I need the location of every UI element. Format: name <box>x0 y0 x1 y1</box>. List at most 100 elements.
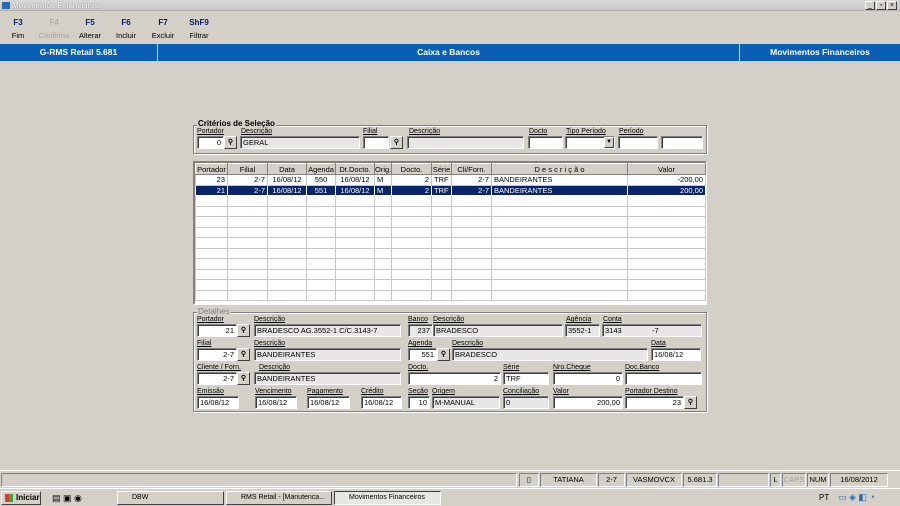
binoculars-icon[interactable]: ⚲ <box>684 396 697 409</box>
confirma-button[interactable]: F4 Confirma <box>37 18 71 40</box>
periodo-start-input[interactable] <box>618 136 658 149</box>
close-button[interactable]: × <box>887 1 897 10</box>
column-header[interactable]: Agenda <box>306 163 336 175</box>
banco-field: 237 <box>408 324 433 337</box>
table-cell <box>374 258 392 270</box>
banco-desc-field: BRADESCO <box>433 324 563 337</box>
movements-grid[interactable]: Portador Filial Data Agenda Dt.Docto. Orig. Do… <box>193 161 707 305</box>
alterar-button[interactable]: F5 Alterar <box>73 18 107 40</box>
table-row[interactable] <box>195 195 706 207</box>
chevron-down-icon[interactable]: ▼ <box>604 137 614 148</box>
column-header[interactable]: Dt.Docto. <box>335 163 375 175</box>
vencimento-field[interactable]: 16/08/12 <box>255 396 297 409</box>
filial-field[interactable]: 2-7 <box>197 348 237 361</box>
restore-button[interactable]: ▫ <box>876 1 886 10</box>
pagamento-field[interactable]: 16/08/12 <box>307 396 350 409</box>
column-header[interactable]: Filial <box>227 163 268 175</box>
table-row[interactable] <box>195 258 706 270</box>
table-row[interactable]: 21 2-7 16/08/12 551 16/08/12 M 2 TRF 2-7 BANDEIRA… <box>195 184 706 196</box>
excluir-button[interactable]: F7 Excluir <box>146 18 180 40</box>
table-cell <box>195 247 228 259</box>
portador-field[interactable]: 21 <box>197 324 237 337</box>
quicklaunch-icons[interactable]: ▤ ▣ ◉ <box>52 493 82 504</box>
filtrar-button[interactable]: ShF9 Filtrar <box>182 18 216 40</box>
agencia-field: 3552-1 <box>565 324 600 337</box>
column-header[interactable]: Série <box>431 163 452 175</box>
column-header[interactable]: Valor <box>627 163 706 175</box>
task-dbw[interactable]: DBW <box>117 491 224 505</box>
periodo-end-input[interactable] <box>661 136 703 149</box>
column-header[interactable]: Data <box>267 163 307 175</box>
label: Conciliação <box>503 388 540 395</box>
column-header[interactable]: Docto. <box>391 163 432 175</box>
key: F6 <box>121 18 131 27</box>
table-row[interactable] <box>195 247 706 259</box>
task-rms-retail[interactable]: RMS Retail - [Manutenca... <box>226 491 332 505</box>
table-cell <box>431 247 452 259</box>
destino-field[interactable]: 23 <box>625 396 684 409</box>
emissao-field[interactable]: 16/08/12 <box>197 396 239 409</box>
tray-icons[interactable]: ▭ ◈ ◧ ◔ <box>838 492 875 503</box>
start-label: Iniciar <box>16 493 40 502</box>
docto-filter-input[interactable] <box>528 136 563 149</box>
binoculars-icon[interactable]: ⚲ <box>437 348 450 361</box>
column-header[interactable]: Orig. <box>374 163 392 175</box>
clipboard-icon[interactable]: ▯ <box>519 473 539 487</box>
docbanco-field[interactable] <box>625 372 702 385</box>
incluir-button[interactable]: F6 Incluir <box>109 18 143 40</box>
table-row[interactable] <box>195 289 706 301</box>
cliente-field[interactable]: 2-7 <box>197 372 237 385</box>
tipo-periodo-select[interactable]: ▼ <box>565 136 615 149</box>
label: Agência <box>566 316 592 323</box>
credito-field[interactable]: 16/08/12 <box>361 396 402 409</box>
table-cell <box>306 268 336 280</box>
table-cell <box>491 205 628 217</box>
table-row[interactable] <box>195 268 706 280</box>
table-cell: 16/08/12 <box>267 174 307 186</box>
filial-filter-input[interactable] <box>363 136 389 149</box>
table-cell <box>431 226 452 238</box>
binoculars-icon[interactable]: ⚲ <box>237 324 250 337</box>
column-header[interactable]: D e s c r i ç ã o <box>491 163 628 175</box>
table-cell <box>267 247 307 259</box>
table-row[interactable]: 23 2-7 16/08/12 550 16/08/12 M 2 TRF 2-7 BANDEIRA… <box>195 174 706 186</box>
binoculars-icon[interactable]: ⚲ <box>390 136 403 149</box>
table-row[interactable] <box>195 216 706 228</box>
binoculars-icon[interactable]: ⚲ <box>224 136 237 149</box>
table-cell <box>627 237 706 249</box>
label: Filial <box>197 340 212 347</box>
label: Pagamento <box>307 388 343 395</box>
table-cell <box>227 289 268 301</box>
binoculars-icon[interactable]: ⚲ <box>237 372 250 385</box>
conciliacao-field: 0 <box>503 396 549 409</box>
table-cell <box>374 195 392 207</box>
language-indicator[interactable]: PT <box>819 493 829 502</box>
docto-field[interactable]: 2 <box>408 372 501 385</box>
table-cell <box>491 279 628 291</box>
portador-filter-input[interactable]: 0 <box>197 136 224 149</box>
table-cell <box>391 226 432 238</box>
cheque-field[interactable]: 0 <box>553 372 623 385</box>
data-field[interactable]: 16/08/12 <box>651 348 701 361</box>
fim-button[interactable]: F3 Fim <box>1 18 35 40</box>
table-cell <box>195 205 228 217</box>
task-movimentos[interactable]: Movimentos Financeiros <box>334 491 441 505</box>
minimize-button[interactable]: _ <box>865 1 875 10</box>
secao-field[interactable]: 10 <box>408 396 430 409</box>
table-cell <box>391 247 432 259</box>
window-title: Movimentos Financeiros <box>12 1 99 10</box>
table-cell <box>306 237 336 249</box>
valor-field[interactable]: 200,00 <box>553 396 623 409</box>
column-header[interactable]: Cli/Forn. <box>451 163 492 175</box>
agenda-field[interactable]: 551 <box>408 348 437 361</box>
table-row[interactable] <box>195 237 706 249</box>
table-row[interactable] <box>195 279 706 291</box>
table-cell: 16/08/12 <box>267 184 307 196</box>
serie-field[interactable]: TRF <box>503 372 549 385</box>
binoculars-icon[interactable]: ⚲ <box>237 348 250 361</box>
start-button[interactable]: Iniciar <box>1 491 41 505</box>
table-row[interactable] <box>195 205 706 217</box>
table-row[interactable] <box>195 226 706 238</box>
table-cell <box>431 237 452 249</box>
column-header[interactable]: Portador <box>195 163 228 175</box>
